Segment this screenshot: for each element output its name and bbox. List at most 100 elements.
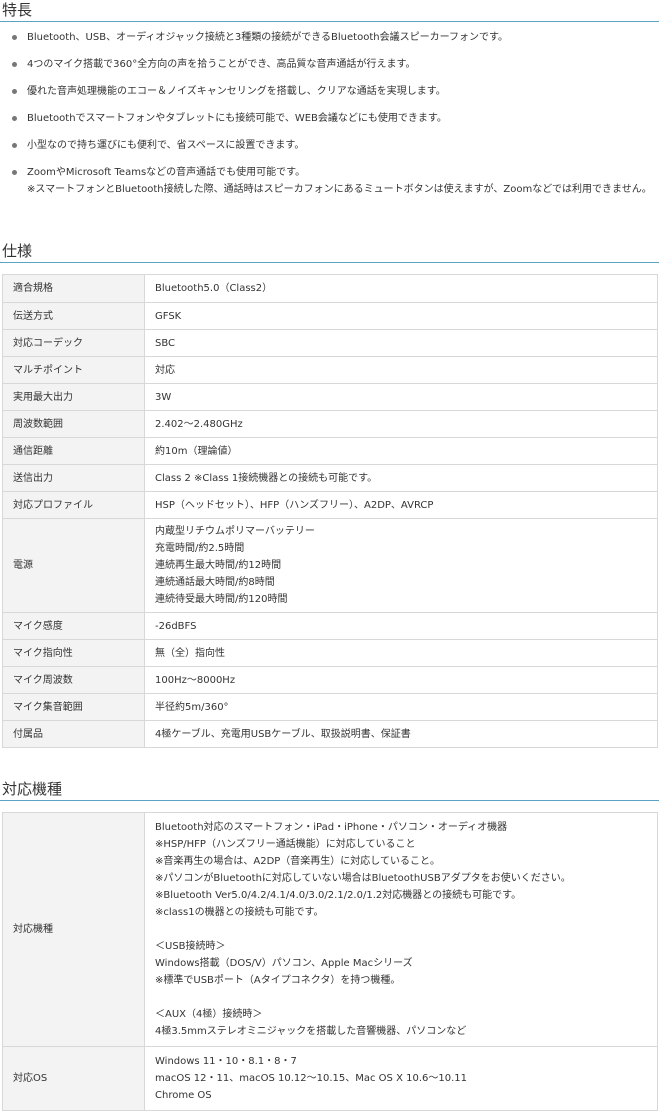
compat-table: 対応機種 Bluetooth対応のスマートフォン・iPad・iPhone・パソコン… — [2, 812, 658, 1111]
row-label: マルチポイント — [2, 356, 145, 384]
row-value: 対応 — [144, 356, 658, 384]
value-line: ※音楽再生の場合は、A2DP（音楽再生）に対応していること。 — [155, 856, 441, 867]
value-line: ※パソコンがBluetoothに対応していない場合はBluetoothUSBアダ… — [155, 873, 571, 884]
feature-text: 4つのマイク搭載で360°全方向の声を拾うことができ、高品質な音声通話が行えます… — [27, 59, 416, 70]
feature-text: 小型なので持ち運びにも便利で、省スペースに設置できます。 — [27, 140, 305, 151]
row-label: 対応プロファイル — [2, 491, 145, 519]
row-value: 半径約5m/360° — [144, 693, 658, 721]
value-line: Chrome OS — [155, 1090, 212, 1101]
value-line: ※HSP/HFP（ハンズフリー通話機能）に対応していること — [155, 839, 416, 850]
table-row: 伝送方式 GFSK — [2, 302, 658, 330]
row-label: 適合規格 — [2, 274, 145, 303]
row-label: マイク感度 — [2, 612, 145, 640]
table-row: 付属品 4極ケーブル、充電用USBケーブル、取扱説明書、保証書 — [2, 720, 658, 748]
table-row: 電源 内蔵型リチウムポリマーバッテリー 充電時間/約2.5時間連続再生最大時間/約1… — [2, 518, 658, 613]
table-row: 対応コーデック SBC — [2, 329, 658, 357]
value-line: 無（全）指向性 — [155, 647, 225, 659]
table-row: マルチポイント 対応 — [2, 356, 658, 384]
bullet-icon — [12, 89, 17, 94]
table-row: 周波数範囲 2.402～2.480GHz — [2, 410, 658, 438]
row-label: マイク集音範囲 — [2, 693, 145, 721]
value-line: GFSK — [155, 310, 182, 322]
table-row: マイク周波数 100Hz～8000Hz — [2, 666, 658, 694]
row-value: 100Hz～8000Hz — [144, 666, 658, 694]
table-row: 実用最大出力 3W — [2, 383, 658, 411]
table-row: 適合規格 Bluetooth5.0（Class2） — [2, 274, 658, 303]
value-line: 対応 — [155, 364, 175, 376]
spec-table: 適合規格 Bluetooth5.0（Class2） 伝送方式 GFSK 対応コーデック S… — [2, 274, 658, 748]
compat-heading: 対応機種 — [0, 780, 659, 801]
table-row: 送信出力 Class 2 ※Class 1接続機器との接続も可能です。 — [2, 464, 658, 492]
value-line: 4極ケーブル、充電用USBケーブル、取扱説明書、保証書 — [155, 728, 411, 740]
feature-text: ZoomやMicrosoft Teamsなどの音声通話でも使用可能です。 — [27, 167, 306, 178]
feature-item: ZoomやMicrosoft Teamsなどの音声通話でも使用可能です。 ※スマー… — [0, 164, 659, 198]
value-line: Windows 11・10・8.1・8・7 — [155, 1056, 297, 1067]
value-line: -26dBFS — [155, 620, 197, 632]
value-line: 連続再生最大時間/約12時間 — [155, 560, 282, 571]
value-line: HSP（ヘッドセット）、HFP（ハンズフリー）、A2DP、AVRCP — [155, 499, 434, 511]
row-label: 対応機種 — [2, 812, 145, 1047]
value-line: ※Bluetooth Ver5.0/4.2/4.1/4.0/3.0/2.1/2.… — [155, 890, 522, 901]
value-line: SBC — [155, 337, 176, 349]
row-value: 4極ケーブル、充電用USBケーブル、取扱説明書、保証書 — [144, 720, 658, 748]
value-line: 4極3.5mmステレオミニジャックを搭載した音響機器、パソコンなど — [155, 1026, 467, 1037]
row-label: 付属品 — [2, 720, 145, 748]
table-row: 対応機種 Bluetooth対応のスマートフォン・iPad・iPhone・パソコン… — [2, 812, 658, 1047]
table-row: マイク指向性 無（全）指向性 — [2, 639, 658, 667]
value-line: 2.402～2.480GHz — [155, 418, 243, 430]
value-line: Class 2 ※Class 1接続機器との接続も可能です。 — [155, 472, 378, 484]
row-label: マイク指向性 — [2, 639, 145, 667]
row-value: Windows 11・10・8.1・8・7 macOS 12・11、macOS 1… — [144, 1046, 658, 1111]
row-value: 約10m（理論値） — [144, 437, 658, 465]
row-label: 対応OS — [2, 1046, 145, 1111]
row-label: 周波数範囲 — [2, 410, 145, 438]
value-line: 充電時間/約2.5時間 — [155, 543, 245, 554]
row-label: 実用最大出力 — [2, 383, 145, 411]
value-line: Bluetooth対応のスマートフォン・iPad・iPhone・パソコン・オーデ… — [155, 822, 508, 833]
row-label: 電源 — [2, 518, 145, 613]
row-label: マイク周波数 — [2, 666, 145, 694]
row-label: 対応コーデック — [2, 329, 145, 357]
table-row: マイク感度 -26dBFS — [2, 612, 658, 640]
feature-text: Bluetooth、USB、オーディオジャック接続と3種類の接続ができるBlue… — [27, 32, 508, 43]
row-value: 2.402～2.480GHz — [144, 410, 658, 438]
value-line: Windows搭載（DOS/V）パソコン、Apple Macシリーズ — [155, 958, 413, 969]
row-value: GFSK — [144, 302, 658, 330]
value-line: ※標準でUSBポート（Aタイプコネクタ）を持つ機種。 — [155, 975, 401, 986]
bullet-icon — [12, 35, 17, 40]
table-row: 対応プロファイル HSP（ヘッドセット）、HFP（ハンズフリー）、A2DP、AVR… — [2, 491, 658, 519]
feature-item: 小型なので持ち運びにも便利で、省スペースに設置できます。 — [0, 137, 659, 154]
feature-item: Bluetoothでスマートフォンやタブレットにも接続可能で、WEB会議などにも… — [0, 110, 659, 127]
value-line: 連続待受最大時間/約120時間 — [155, 594, 288, 605]
row-label: 伝送方式 — [2, 302, 145, 330]
features-list: Bluetooth、USB、オーディオジャック接続と3種類の接続ができるBlue… — [0, 29, 659, 208]
feature-text: ※スマートフォンとBluetooth接続した際、通話時はスピーカフォンにあるミュ… — [27, 184, 652, 195]
feature-item: 4つのマイク搭載で360°全方向の声を拾うことができ、高品質な音声通話が行えます… — [0, 56, 659, 73]
feature-item: Bluetooth、USB、オーディオジャック接続と3種類の接続ができるBlue… — [0, 29, 659, 46]
value-line: ＜AUX（4極）接続時＞ — [155, 1009, 263, 1020]
table-row: 通信距離 約10m（理論値） — [2, 437, 658, 465]
row-value: Bluetooth5.0（Class2） — [144, 274, 658, 303]
feature-text: 優れた音声処理機能のエコー＆ノイズキャンセリングを搭載し、クリアな通話を実現しま… — [27, 86, 446, 97]
row-label: 送信出力 — [2, 464, 145, 492]
row-value: 無（全）指向性 — [144, 639, 658, 667]
row-value: Bluetooth対応のスマートフォン・iPad・iPhone・パソコン・オーデ… — [144, 812, 658, 1047]
value-line: Bluetooth5.0（Class2） — [155, 283, 273, 294]
bullet-icon — [12, 62, 17, 67]
value-line: 連続通話最大時間/約8時間 — [155, 577, 275, 588]
value-line: 3W — [155, 391, 172, 403]
row-label: 通信距離 — [2, 437, 145, 465]
row-value: SBC — [144, 329, 658, 357]
value-line: 100Hz～8000Hz — [155, 674, 236, 686]
features-heading: 特長 — [0, 1, 659, 22]
value-line: 半径約5m/360° — [155, 701, 229, 713]
feature-item: 優れた音声処理機能のエコー＆ノイズキャンセリングを搭載し、クリアな通話を実現しま… — [0, 83, 659, 100]
bullet-icon — [12, 143, 17, 148]
row-value: -26dBFS — [144, 612, 658, 640]
row-value: 内蔵型リチウムポリマーバッテリー 充電時間/約2.5時間連続再生最大時間/約12時… — [144, 518, 658, 613]
value-line: 内蔵型リチウムポリマーバッテリー — [155, 526, 315, 537]
value-line: ※class1の機器との接続も可能です。 — [155, 907, 324, 918]
bullet-icon — [12, 170, 17, 175]
table-row: マイク集音範囲 半径約5m/360° — [2, 693, 658, 721]
